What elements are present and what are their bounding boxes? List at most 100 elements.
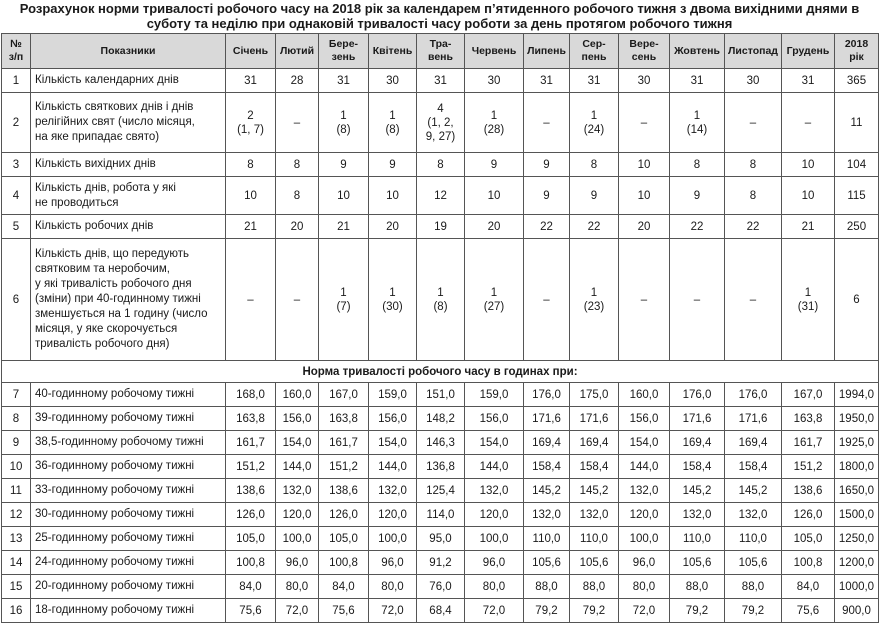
- cell-month-value: 100,0: [464, 526, 524, 551]
- work-hours-table: № з/п Показники Січень Лютий Бере- зень …: [1, 33, 879, 623]
- row-indicator: Кількість робочих днів: [30, 214, 226, 239]
- row-indicator: 36-годинному робочому тижні: [30, 454, 226, 479]
- cell-month-value: 10: [618, 176, 670, 215]
- header-row: № з/п Показники Січень Лютий Бере- зень …: [1, 33, 879, 69]
- cell-month-value: 146,3: [416, 430, 465, 455]
- table-row: 1 Кількість календарних днів 31 28 31 30 31 30 3…: [1, 68, 879, 93]
- cell-month-value: –: [618, 92, 670, 153]
- cell-month-value: 1 (23): [569, 238, 619, 361]
- cell-month-value: 30: [464, 68, 524, 93]
- row-number: 9: [1, 430, 31, 455]
- row-indicator: 40-годинному робочому тижні: [30, 382, 226, 407]
- cell-month-value: 10: [618, 152, 670, 177]
- cell-month-value: 145,2: [569, 478, 619, 503]
- cell-month-value: 72,0: [618, 598, 670, 623]
- row-number: 13: [1, 526, 31, 551]
- row-indicator: 24-годинному робочому тижні: [30, 550, 226, 575]
- cell-month-value: 156,0: [618, 406, 670, 431]
- row-number: 7: [1, 382, 31, 407]
- cell-month-value: 120,0: [275, 502, 319, 527]
- table-row: 11 33-годинному робочому тижні 138,6 132,0 1…: [1, 478, 879, 503]
- cell-month-value: 9: [318, 152, 369, 177]
- cell-month-value: 138,6: [225, 478, 276, 503]
- cell-month-value: 120,0: [618, 502, 670, 527]
- cell-month-value: 156,0: [368, 406, 417, 431]
- cell-month-value: 20: [275, 214, 319, 239]
- cell-month-value: 84,0: [318, 574, 369, 599]
- cell-month-value: 75,6: [225, 598, 276, 623]
- cell-month-value: 10: [368, 176, 417, 215]
- cell-month-value: 21: [225, 214, 276, 239]
- cell-month-value: 9: [368, 152, 417, 177]
- cell-month-value: 171,6: [569, 406, 619, 431]
- table-row: 4 Кількість днів, робота у які не проводи…: [1, 176, 879, 215]
- row-number: 15: [1, 574, 31, 599]
- row-number: 1: [1, 68, 31, 93]
- cell-year-total: 1950,0: [834, 406, 879, 431]
- header-mar: Бере- зень: [318, 33, 369, 69]
- row-number: 4: [1, 176, 31, 215]
- row-number: 14: [1, 550, 31, 575]
- cell-month-value: 148,2: [416, 406, 465, 431]
- cell-month-value: 110,0: [669, 526, 725, 551]
- cell-month-value: 9: [464, 152, 524, 177]
- cell-month-value: 176,0: [724, 382, 782, 407]
- cell-month-value: 114,0: [416, 502, 465, 527]
- table-row: 9 38,5-годинному робочому тижні 161,7 154,0…: [1, 430, 879, 455]
- row-number: 6: [1, 238, 31, 361]
- cell-month-value: 163,8: [318, 406, 369, 431]
- cell-month-value: 159,0: [368, 382, 417, 407]
- cell-month-value: 132,0: [368, 478, 417, 503]
- cell-month-value: 1 (7): [318, 238, 369, 361]
- cell-month-value: –: [724, 238, 782, 361]
- cell-month-value: 1 (28): [464, 92, 524, 153]
- cell-month-value: 175,0: [569, 382, 619, 407]
- cell-month-value: 167,0: [318, 382, 369, 407]
- table-row: 16 18-годинному робочому тижні 75,6 72,0 75,…: [1, 598, 879, 623]
- cell-month-value: 20: [368, 214, 417, 239]
- row-number: 3: [1, 152, 31, 177]
- cell-month-value: 1 (27): [464, 238, 524, 361]
- cell-month-value: 88,0: [724, 574, 782, 599]
- cell-month-value: 95,0: [416, 526, 465, 551]
- cell-month-value: 176,0: [523, 382, 570, 407]
- cell-month-value: 72,0: [275, 598, 319, 623]
- row-indicator: 39-годинному робочому тижні: [30, 406, 226, 431]
- cell-month-value: 79,2: [523, 598, 570, 623]
- cell-month-value: 136,8: [416, 454, 465, 479]
- cell-month-value: –: [523, 238, 570, 361]
- cell-month-value: 132,0: [569, 502, 619, 527]
- cell-month-value: 80,0: [275, 574, 319, 599]
- cell-month-value: 161,7: [225, 430, 276, 455]
- cell-month-value: 19: [416, 214, 465, 239]
- cell-month-value: 8: [569, 152, 619, 177]
- cell-month-value: 169,4: [569, 430, 619, 455]
- cell-month-value: 96,0: [368, 550, 417, 575]
- row-number: 12: [1, 502, 31, 527]
- cell-month-value: 158,4: [569, 454, 619, 479]
- table-row: 8 39-годинному робочому тижні 163,8 156,0 16…: [1, 406, 879, 431]
- cell-month-value: 79,2: [569, 598, 619, 623]
- table-body: 1 Кількість календарних днів 31 28 31 30 31 30 3…: [1, 68, 879, 623]
- cell-month-value: 9: [569, 176, 619, 215]
- cell-month-value: 79,2: [724, 598, 782, 623]
- cell-month-value: 110,0: [523, 526, 570, 551]
- row-number: 10: [1, 454, 31, 479]
- cell-month-value: 88,0: [523, 574, 570, 599]
- cell-month-value: 10: [781, 176, 835, 215]
- row-indicator: Кількість днів, робота у які не проводит…: [30, 176, 226, 215]
- cell-month-value: 79,2: [669, 598, 725, 623]
- cell-year-total: 365: [834, 68, 879, 93]
- cell-month-value: 100,0: [368, 526, 417, 551]
- row-indicator: Кількість календарних днів: [30, 68, 226, 93]
- cell-month-value: 1 (8): [368, 92, 417, 153]
- cell-month-value: 31: [569, 68, 619, 93]
- cell-month-value: 154,0: [275, 430, 319, 455]
- cell-month-value: 154,0: [368, 430, 417, 455]
- cell-month-value: 160,0: [618, 382, 670, 407]
- cell-month-value: 171,6: [669, 406, 725, 431]
- cell-month-value: 9: [669, 176, 725, 215]
- cell-month-value: 9: [523, 176, 570, 215]
- document-title: Розрахунок норми тривалості робочого час…: [19, 1, 860, 31]
- cell-month-value: 88,0: [669, 574, 725, 599]
